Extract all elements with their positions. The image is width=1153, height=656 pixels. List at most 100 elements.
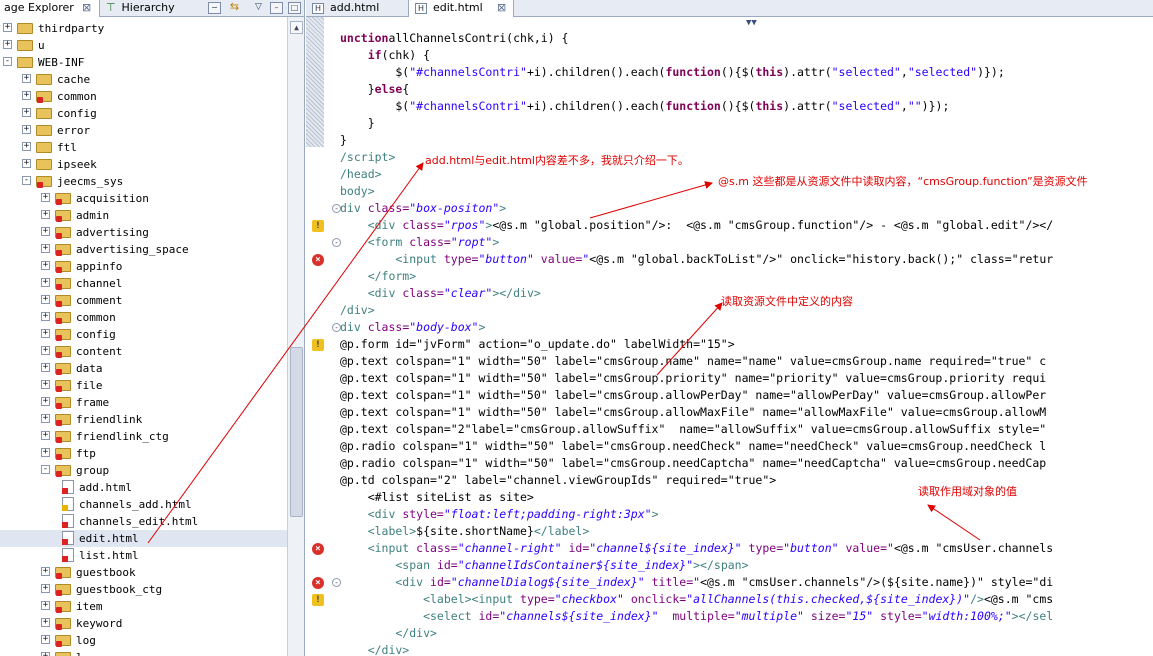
tree-folder-item[interactable]: + keyword [0, 615, 287, 632]
expand-icon[interactable]: + [22, 125, 31, 134]
expand-icon[interactable]: + [41, 261, 50, 270]
collapse-all-icon[interactable]: − [208, 2, 221, 14]
tree-folder-item[interactable]: + ipseek [0, 156, 287, 173]
tree-file-item[interactable]: channels_edit.html [0, 513, 287, 530]
code-token: > [492, 235, 500, 249]
tree-folder-item[interactable]: + config [0, 326, 287, 343]
expand-icon[interactable]: + [41, 295, 50, 304]
expand-icon[interactable]: + [22, 159, 31, 168]
warning-marker-icon[interactable]: ! [312, 220, 324, 232]
tree-folder-item[interactable]: - jeecms_sys [0, 173, 287, 190]
expand-icon[interactable]: + [41, 210, 50, 219]
tree-folder-item[interactable]: + frame [0, 394, 287, 411]
expand-icon[interactable]: + [41, 329, 50, 338]
collapse-icon[interactable]: - [41, 465, 50, 474]
tree-folder-item[interactable]: + content [0, 343, 287, 360]
tree-folder-item[interactable]: + channel [0, 275, 287, 292]
tree-item-label: l [76, 649, 83, 656]
tab-hierarchy[interactable]: ⊤ Hierarchy [102, 0, 190, 17]
warning-marker-icon[interactable]: ! [312, 594, 324, 606]
tree-file-item[interactable]: add.html [0, 479, 287, 496]
minimize-icon[interactable]: – [270, 2, 283, 14]
expand-icon[interactable]: + [41, 278, 50, 287]
scrollbar-thumb[interactable] [290, 347, 303, 517]
tree-folder-item[interactable]: + item [0, 598, 287, 615]
tree-folder-item[interactable]: +l [0, 649, 287, 656]
link-editor-icon[interactable]: ⇆ [228, 1, 241, 14]
tree-folder-item[interactable]: + friendlink_ctg [0, 428, 287, 445]
tree-folder-item[interactable]: + ftp [0, 445, 287, 462]
code-line: }else{ [340, 81, 410, 98]
expand-icon[interactable]: + [41, 397, 50, 406]
tab-add-html[interactable]: H add.html [306, 0, 406, 17]
tree-folder-item[interactable]: + common [0, 309, 287, 326]
expand-icon[interactable]: + [41, 312, 50, 321]
expand-icon[interactable]: + [41, 380, 50, 389]
tree-folder-item[interactable]: + config [0, 105, 287, 122]
tree-folder-item[interactable]: + admin [0, 207, 287, 224]
error-marker-icon[interactable]: × [312, 543, 324, 555]
code-token: <div [340, 507, 403, 521]
tab-edit-html[interactable]: H edit.html ⊠ [408, 0, 514, 17]
tree-folder-item[interactable]: + log [0, 632, 287, 649]
tree-folder-item[interactable]: + advertising_space [0, 241, 287, 258]
expand-icon[interactable]: + [41, 635, 50, 644]
tree-folder-item[interactable]: - group [0, 462, 287, 479]
code-line: <#list siteList as site> [340, 489, 534, 506]
tree-folder-item[interactable]: + cache [0, 71, 287, 88]
tree-folder-item[interactable]: + comment [0, 292, 287, 309]
expand-icon[interactable]: + [22, 142, 31, 151]
code-line: </div> [340, 642, 410, 656]
expand-icon[interactable]: + [22, 108, 31, 117]
expand-icon[interactable]: + [41, 227, 50, 236]
expand-icon[interactable]: + [41, 618, 50, 627]
tree-folder-item[interactable]: + ftl [0, 139, 287, 156]
expand-icon[interactable]: + [3, 40, 12, 49]
warning-marker-icon[interactable]: ! [312, 339, 324, 351]
maximize-icon[interactable]: □ [288, 2, 301, 14]
error-marker-icon[interactable]: × [312, 254, 324, 266]
collapse-icon[interactable]: - [3, 57, 12, 66]
close-icon[interactable]: ⊠ [497, 0, 506, 16]
expand-icon[interactable]: + [41, 448, 50, 457]
tree-file-item[interactable]: list.html [0, 547, 287, 564]
collapse-icon[interactable]: - [22, 176, 31, 185]
scroll-up-arrow-icon[interactable]: ▲ [290, 21, 303, 34]
tree-folder-item[interactable]: - WEB-INF [0, 54, 287, 71]
expand-icon[interactable]: + [41, 601, 50, 610]
code-token: </div> [340, 643, 410, 656]
tree-folder-item[interactable]: + file [0, 377, 287, 394]
tree-folder-item[interactable]: + guestbook_ctg [0, 581, 287, 598]
expand-icon[interactable]: + [41, 584, 50, 593]
tree-file-item[interactable]: edit.html [0, 530, 287, 547]
tree-folder-item[interactable]: + u [0, 37, 287, 54]
expand-icon[interactable]: + [41, 346, 50, 355]
tab-package-explorer[interactable]: age Explorer ⊠ [0, 0, 100, 17]
expand-icon[interactable]: + [41, 244, 50, 253]
error-marker-icon[interactable]: × [312, 577, 324, 589]
view-menu-icon[interactable]: ▽ [252, 2, 265, 14]
tree-file-item[interactable]: channels_add.html [0, 496, 287, 513]
expand-icon[interactable]: + [41, 431, 50, 440]
expand-icon[interactable]: + [41, 363, 50, 372]
expand-icon[interactable]: + [41, 193, 50, 202]
expand-icon[interactable]: + [3, 23, 12, 32]
expand-icon[interactable]: + [22, 91, 31, 100]
tree-folder-item[interactable]: + advertising [0, 224, 287, 241]
tree-folder-item[interactable]: + common [0, 88, 287, 105]
expand-icon[interactable]: + [41, 652, 50, 656]
tree-folder-item[interactable]: + thirdparty [0, 20, 287, 37]
tree-scrollbar[interactable]: ▲ [287, 17, 304, 656]
expand-icon[interactable]: + [41, 567, 50, 576]
code-editor[interactable]: unctionallChannelsContri(chk,i) { if(chk… [340, 17, 1153, 656]
tree-folder-item[interactable]: + guestbook [0, 564, 287, 581]
expand-icon[interactable]: + [41, 414, 50, 423]
code-token: title= [644, 575, 694, 589]
tree-folder-item[interactable]: + error [0, 122, 287, 139]
tree-folder-item[interactable]: + acquisition [0, 190, 287, 207]
tree-folder-item[interactable]: + appinfo [0, 258, 287, 275]
tree-folder-item[interactable]: + data [0, 360, 287, 377]
tree-folder-item[interactable]: + friendlink [0, 411, 287, 428]
expand-icon[interactable]: + [22, 74, 31, 83]
close-icon[interactable]: ⊠ [82, 0, 91, 16]
